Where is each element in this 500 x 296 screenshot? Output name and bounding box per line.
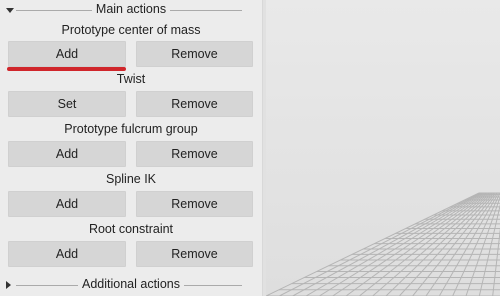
fulcrum-group-add-button[interactable]: Add: [8, 141, 126, 167]
center-of-mass-add-button[interactable]: Add: [8, 41, 126, 67]
ground-grid: [266, 192, 500, 296]
grid-line-vertical: [332, 192, 487, 296]
group-label-root-constraint: Root constraint: [88, 222, 174, 236]
additional-actions-title: Additional actions: [78, 277, 184, 291]
grid-line-vertical: [345, 192, 489, 296]
grid-line-vertical: [372, 192, 492, 296]
group-label-center-of-mass: Prototype center of mass: [61, 23, 201, 37]
group-label-fulcrum-group: Prototype fulcrum group: [64, 122, 198, 136]
fulcrum-group-remove-button[interactable]: Remove: [136, 141, 253, 167]
group-label-spline-ik: Spline IK: [105, 172, 157, 186]
main-actions-title: Main actions: [91, 2, 171, 16]
additional-actions-header[interactable]: Additional actions: [0, 277, 262, 292]
main-actions-header[interactable]: Main actions: [0, 2, 262, 17]
twist-remove-button[interactable]: Remove: [136, 91, 253, 117]
root-constraint-remove-button[interactable]: Remove: [136, 241, 253, 267]
grid-line-vertical: [438, 192, 499, 296]
spline-ik-add-button[interactable]: Add: [8, 191, 126, 217]
spline-ik-remove-button[interactable]: Remove: [136, 191, 253, 217]
center-of-mass-remove-button[interactable]: Remove: [136, 41, 253, 67]
group-label-twist: Twist: [116, 72, 146, 86]
grid-line-vertical: [279, 192, 481, 296]
highlight-underline: [7, 67, 126, 71]
actions-panel: Main actions Prototype center of mass Ad…: [0, 0, 262, 296]
3d-viewport[interactable]: [266, 0, 500, 296]
grid-line-vertical: [305, 192, 484, 296]
twist-set-button[interactable]: Set: [8, 91, 126, 117]
grid-line-vertical: [425, 192, 498, 296]
root-constraint-add-button[interactable]: Add: [8, 241, 126, 267]
